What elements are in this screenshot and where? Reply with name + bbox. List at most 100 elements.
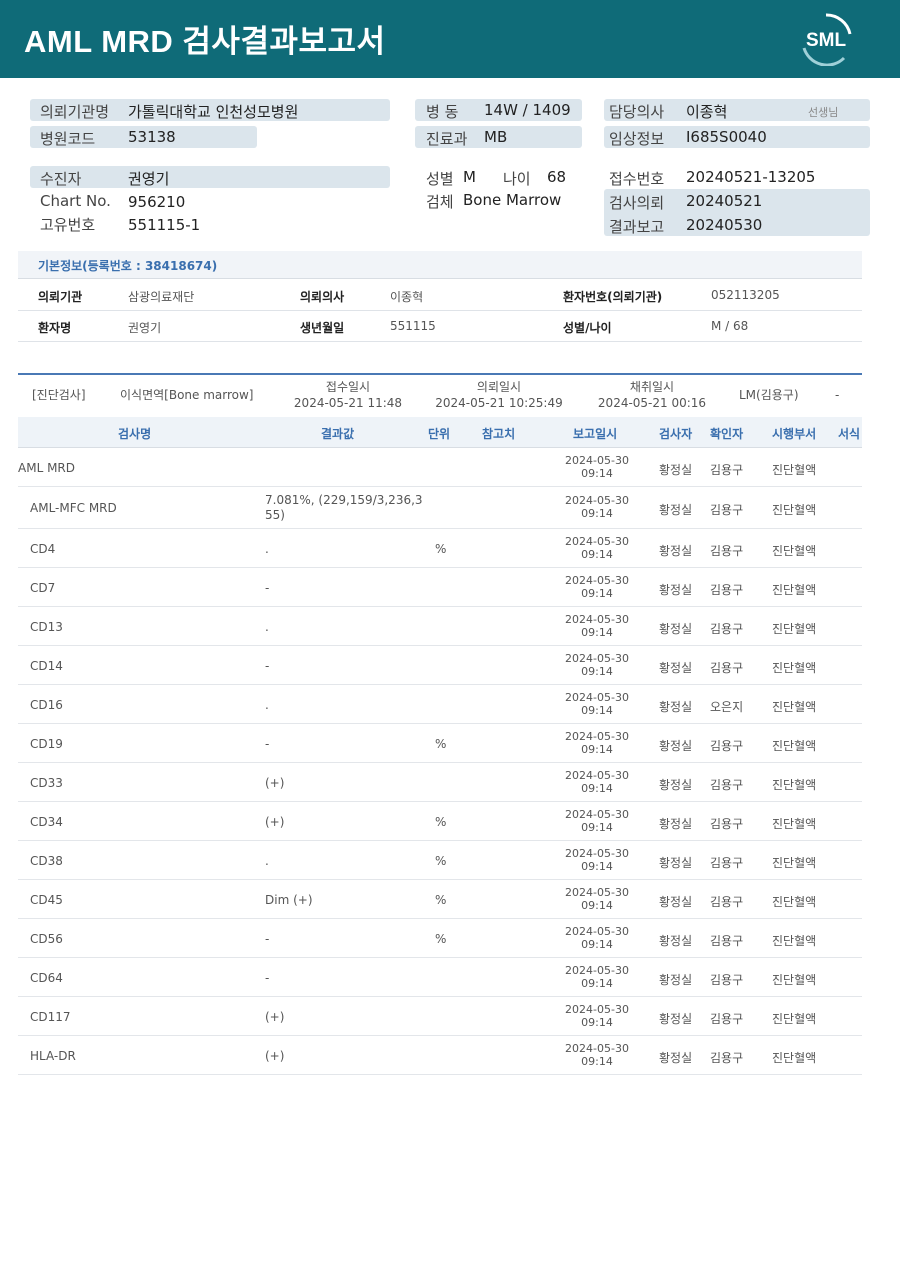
code-value: 53138 — [128, 128, 176, 146]
report-date: 2024-05-30 — [565, 964, 629, 977]
department: 진단혈액 — [772, 661, 817, 675]
bi-key: 생년월일 — [300, 321, 345, 335]
department: 진단혈액 — [772, 778, 817, 792]
unit-value: % — [435, 737, 447, 751]
report-date: 2024-05-30 — [565, 574, 629, 587]
diagnosis-collect: 채취일시 2024-05-21 00:16 — [592, 379, 712, 411]
report-datetime: 2024-05-30 09:14 — [552, 1042, 642, 1068]
result-value: . — [265, 854, 269, 868]
report-datetime: 2024-05-30 09:14 — [552, 574, 642, 600]
report-time: 09:14 — [581, 782, 613, 795]
col-reference: 참고치 — [482, 427, 516, 441]
report-header: AML MRD 검사결과보고서 SML — [0, 0, 900, 78]
table-row: CD34 (+)% 2024-05-30 09:14 황정실 김용구 진단혈액 — [18, 802, 862, 841]
test-name: CD45 — [30, 893, 63, 907]
code-label: 병원코드 — [40, 130, 96, 148]
tester: 황정실 — [659, 583, 693, 597]
result-value: - — [265, 581, 270, 595]
basic-info-heading-bar: 기본정보(등록번호 : 38418674) — [18, 251, 862, 279]
tester: 황정실 — [659, 463, 693, 477]
bi-value: M / 68 — [711, 319, 749, 333]
table-row: CD13. 2024-05-30 09:14 황정실 김용구 진단혈액 — [18, 607, 862, 646]
test-name: CD38 — [30, 854, 63, 868]
report-date: 2024-05-30 — [565, 613, 629, 626]
unit-value: % — [435, 854, 447, 868]
report-datetime: 2024-05-30 09:14 — [552, 454, 642, 480]
receipt-time: 2024-05-21 11:48 — [293, 396, 403, 410]
age-label: 나이 — [503, 170, 531, 188]
patient-label-bg — [30, 166, 390, 188]
report-time: 09:14 — [581, 665, 613, 678]
report-date: 2024-05-30 — [565, 808, 629, 821]
report-datetime: 2024-05-30 09:14 — [552, 886, 642, 912]
test-name: CD117 — [30, 1010, 71, 1024]
diagnosis-type: [진단검사] — [32, 388, 86, 402]
department: 진단혈액 — [772, 973, 817, 987]
col-report-time: 보고일시 — [573, 427, 618, 441]
tester: 황정실 — [659, 1012, 693, 1026]
bi-value: 052113205 — [711, 288, 780, 302]
table-row: CD19 -% 2024-05-30 09:14 황정실 김용구 진단혈액 — [18, 724, 862, 763]
unit-value: % — [435, 542, 447, 556]
checker: 김용구 — [710, 503, 744, 517]
test-name: CD14 — [30, 659, 63, 673]
chart-value: 956210 — [128, 193, 186, 211]
department: 진단혈액 — [772, 1051, 817, 1065]
report-time: 09:14 — [581, 507, 613, 520]
clinical-label: 임상정보 — [609, 130, 665, 148]
result-value: - — [265, 737, 270, 751]
report-date: 2024-05-30 — [565, 535, 629, 548]
department: 진단혈액 — [772, 856, 817, 870]
tester: 황정실 — [659, 856, 693, 870]
checker: 김용구 — [710, 856, 744, 870]
basic-info-heading: 기본정보(등록번호 : 38418674) — [38, 259, 218, 273]
bi-value: 551115 — [390, 319, 436, 333]
collect-time-label: 채취일시 — [629, 380, 675, 394]
ward-value: 14W / 1409 — [484, 101, 571, 119]
unit-value: % — [435, 815, 447, 829]
sex-label: 성별 — [426, 170, 454, 188]
result-value: . — [265, 620, 269, 634]
report-time: 09:14 — [581, 704, 613, 717]
tester: 황정실 — [659, 895, 693, 909]
department: 진단혈액 — [772, 583, 817, 597]
tester: 황정실 — [659, 700, 693, 714]
ward-label: 병 동 — [426, 103, 459, 121]
table-row: CD14 - 2024-05-30 09:14 황정실 김용구 진단혈액 — [18, 646, 862, 685]
doctor-suffix: 선생님 — [808, 106, 839, 119]
report-date: 2024-05-30 — [565, 847, 629, 860]
result-value: 7.081%, (229,159/3,236,3 — [265, 493, 423, 507]
department: 진단혈액 — [772, 503, 817, 517]
dept-label: 진료과 — [426, 130, 468, 148]
report-time: 09:14 — [581, 548, 613, 561]
request-value: 20240521 — [686, 192, 763, 210]
table-row: CD16. 2024-05-30 09:14 황정실 오은지 진단혈액 — [18, 685, 862, 724]
request-time-label: 의뢰일시 — [476, 380, 522, 394]
col-test-name: 검사명 — [118, 427, 152, 441]
report-time: 09:14 — [581, 821, 613, 834]
diagnosis-row: [진단검사] 이식면역[Bone marrow] 접수일시 2024-05-21… — [18, 375, 862, 417]
checker: 김용구 — [710, 973, 744, 987]
department: 진단혈액 — [772, 934, 817, 948]
report-time: 09:14 — [581, 899, 613, 912]
report-date: 2024-05-30 — [565, 730, 629, 743]
report-datetime: 2024-05-30 09:14 — [552, 1003, 642, 1029]
report-time: 09:14 — [581, 860, 613, 873]
basic-info-row-1: 의뢰기관 삼광의료재단 의뢰의사 이종혁 환자번호(의뢰기관) 05211320… — [18, 280, 862, 311]
report-value: 20240530 — [686, 216, 763, 234]
checker: 김용구 — [710, 463, 744, 477]
basic-info-row-2: 환자명 권영기 생년월일 551115 성별/나이 M / 68 — [18, 311, 862, 342]
report-date: 2024-05-30 — [565, 1003, 629, 1016]
report-time: 09:14 — [581, 587, 613, 600]
report-datetime: 2024-05-30 09:14 — [552, 494, 642, 520]
tester: 황정실 — [659, 973, 693, 987]
tester: 황정실 — [659, 778, 693, 792]
checker: 김용구 — [710, 817, 744, 831]
report-time: 09:14 — [581, 1055, 613, 1068]
report-datetime: 2024-05-30 09:14 — [552, 964, 642, 990]
tester: 황정실 — [659, 661, 693, 675]
test-name: CD7 — [30, 581, 56, 595]
report-title: AML MRD 검사결과보고서 — [24, 24, 386, 59]
report-date: 2024-05-30 — [565, 454, 629, 467]
tester: 황정실 — [659, 739, 693, 753]
